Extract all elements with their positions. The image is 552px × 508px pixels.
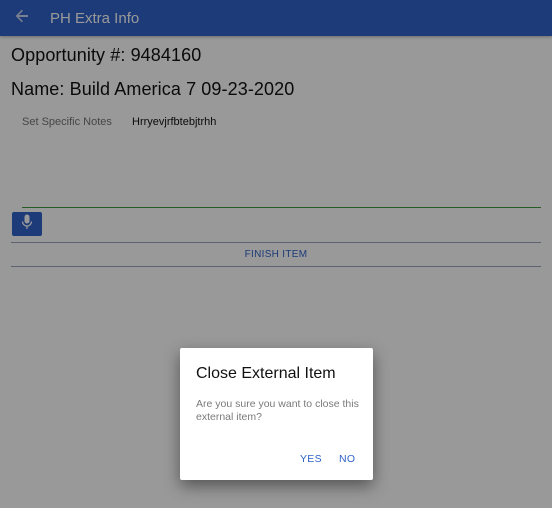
screen: PH Extra Info Opportunity #: 9484160 Nam… xyxy=(0,0,552,508)
yes-button[interactable]: YES xyxy=(300,453,322,465)
confirm-dialog: Close External Item Are you sure you wan… xyxy=(180,348,373,480)
no-button[interactable]: NO xyxy=(339,453,355,465)
dialog-message: Are you sure you want to close this exte… xyxy=(196,398,359,423)
dialog-title: Close External Item xyxy=(196,365,336,382)
